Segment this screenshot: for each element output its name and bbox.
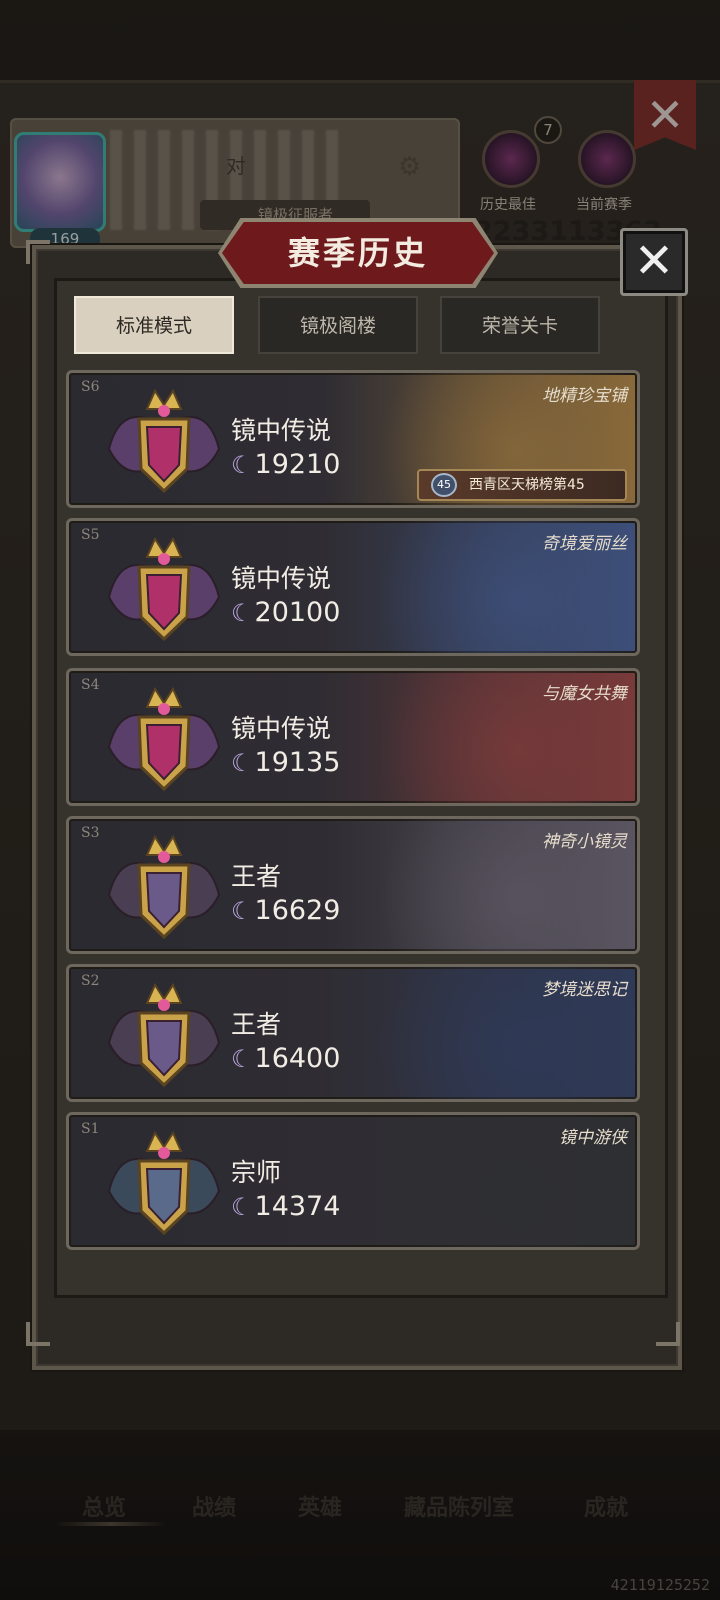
rank-score-value: 20100 bbox=[254, 597, 341, 628]
season-name: 奇境爱丽丝 bbox=[542, 534, 627, 554]
rank-score-value: 19210 bbox=[254, 449, 341, 480]
rank-score-value: 16629 bbox=[254, 895, 341, 926]
rank-name: 镜中传说 bbox=[231, 416, 332, 445]
moon-icon: ☾ bbox=[231, 897, 253, 925]
corner-ornament bbox=[656, 1322, 680, 1346]
season-card[interactable]: S6 镜中传说 ☾19210 地精珍宝铺 45 西青区天梯榜第45 bbox=[66, 370, 640, 508]
rank-score-value: 14374 bbox=[254, 1191, 341, 1222]
rank-name: 王者 bbox=[231, 862, 282, 891]
rank-emblem-icon bbox=[99, 379, 229, 503]
rank-name: 宗师 bbox=[231, 1158, 282, 1187]
season-code: S1 bbox=[81, 1121, 100, 1137]
rank-emblem-icon bbox=[99, 677, 229, 801]
close-icon[interactable]: ✕ bbox=[620, 228, 688, 296]
season-card[interactable]: S5 镜中传说 ☾20100 奇境爱丽丝 bbox=[66, 518, 640, 656]
moon-icon: ☾ bbox=[231, 1045, 253, 1073]
corner-ornament bbox=[26, 1322, 50, 1346]
rank-score-value: 16400 bbox=[254, 1043, 341, 1074]
rank-emblem-icon bbox=[99, 973, 229, 1097]
season-name: 地精珍宝铺 bbox=[542, 386, 627, 406]
rank-name: 镜中传说 bbox=[231, 564, 332, 593]
rank-score: ☾19135 bbox=[231, 747, 340, 778]
season-code: S3 bbox=[81, 825, 100, 841]
corner-ornament bbox=[26, 240, 50, 264]
season-code: S2 bbox=[81, 973, 100, 989]
rank-emblem-icon bbox=[99, 825, 229, 949]
rank-score: ☾14374 bbox=[231, 1191, 340, 1222]
rank-emblem-icon bbox=[99, 527, 229, 651]
season-code: S5 bbox=[81, 527, 100, 543]
rank-score: ☾16629 bbox=[231, 895, 340, 926]
season-code: S4 bbox=[81, 677, 100, 693]
ladder-rank-icon: 45 bbox=[431, 473, 457, 497]
season-name: 梦境迷思记 bbox=[542, 980, 627, 1000]
rank-score: ☾20100 bbox=[231, 597, 340, 628]
moon-icon: ☾ bbox=[231, 1193, 253, 1221]
season-code: S6 bbox=[81, 379, 100, 395]
ladder-rank-badge: 45 西青区天梯榜第45 bbox=[417, 469, 627, 501]
season-card[interactable]: S2 王者 ☾16400 梦境迷思记 bbox=[66, 964, 640, 1102]
moon-icon: ☾ bbox=[231, 749, 253, 777]
modal-title: 赛季历史 bbox=[287, 234, 428, 272]
rank-score-value: 19135 bbox=[254, 747, 341, 778]
season-name: 神奇小镜灵 bbox=[542, 832, 627, 852]
ladder-rank-text: 西青区天梯榜第45 bbox=[469, 477, 585, 493]
moon-icon: ☾ bbox=[231, 451, 253, 479]
rank-name: 镜中传说 bbox=[231, 714, 332, 743]
rank-name: 王者 bbox=[231, 1010, 282, 1039]
season-name: 镜中游侠 bbox=[559, 1128, 627, 1148]
rank-emblem-icon bbox=[99, 1121, 229, 1245]
season-card[interactable]: S4 镜中传说 ☾19135 与魔女共舞 bbox=[66, 668, 640, 806]
rank-score: ☾16400 bbox=[231, 1043, 340, 1074]
tab-standard-mode[interactable]: 标准模式 bbox=[74, 296, 234, 354]
tab-honor-stage[interactable]: 荣誉关卡 bbox=[440, 296, 600, 354]
season-name: 与魔女共舞 bbox=[542, 684, 627, 704]
rank-score: ☾19210 bbox=[231, 449, 340, 480]
season-card[interactable]: S1 宗师 ☾14374 镜中游侠 bbox=[66, 1112, 640, 1250]
tab-mirror-attic[interactable]: 镜极阁楼 bbox=[258, 296, 418, 354]
moon-icon: ☾ bbox=[231, 599, 253, 627]
season-card[interactable]: S3 王者 ☾16629 神奇小镜灵 bbox=[66, 816, 640, 954]
